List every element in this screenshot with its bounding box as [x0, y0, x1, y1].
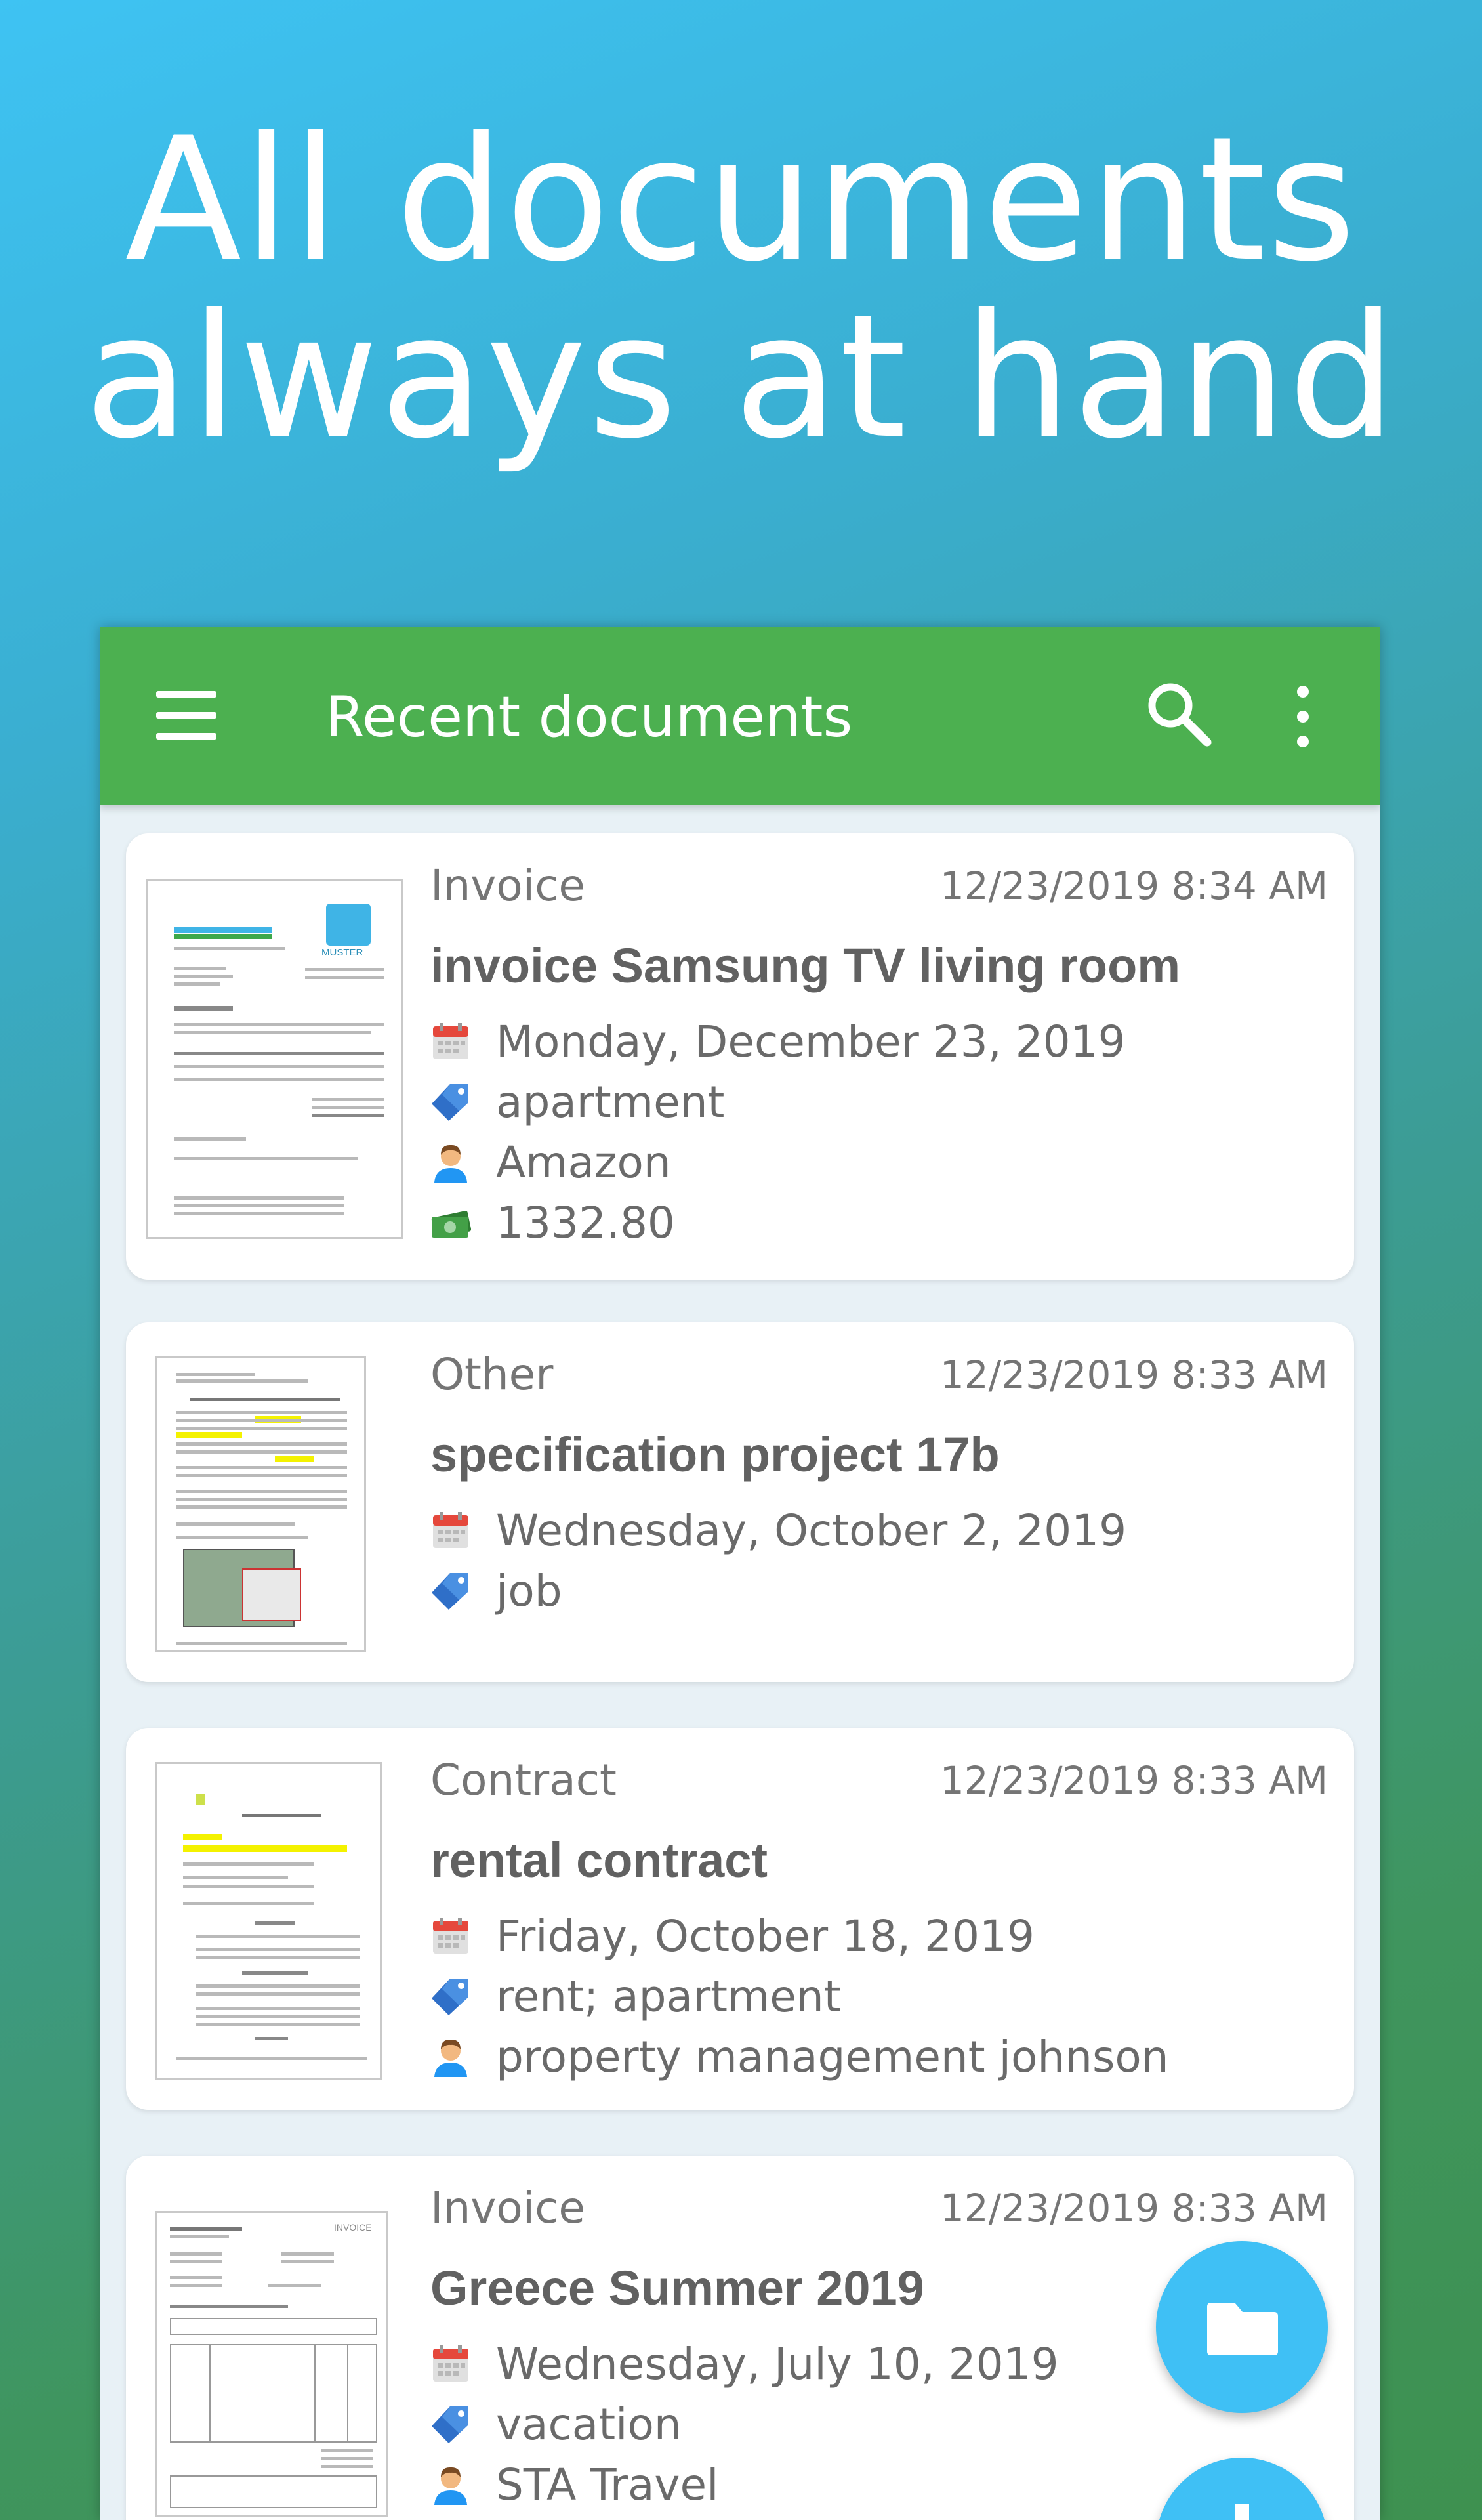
- document-date: Monday, December 23, 2019: [496, 1017, 1126, 1067]
- document-card[interactable]: Contract 12/23/2019 8:33 AM rental contr…: [126, 1728, 1354, 2110]
- document-card[interactable]: Other 12/23/2019 8:33 AM specification p…: [126, 1322, 1354, 1682]
- headline-line-2: always at hand: [84, 278, 1398, 476]
- document-contact: property management johnson: [496, 2032, 1169, 2082]
- folder-fab-button[interactable]: [1156, 2241, 1328, 2413]
- headline-line-1: All documents: [125, 101, 1357, 299]
- person-icon: [434, 1144, 467, 1183]
- document-tags: job: [496, 1566, 562, 1616]
- tag-icon: [432, 1573, 468, 1610]
- document-date: Friday, October 18, 2019: [496, 1911, 1035, 1962]
- thumbnail-logo-text: MUSTER: [321, 947, 363, 958]
- document-timestamp: 12/23/2019 8:34 AM: [939, 864, 1328, 908]
- hamburger-menu-icon[interactable]: [156, 691, 216, 740]
- calendar-icon: [433, 1023, 468, 1059]
- tag-icon: [432, 1084, 468, 1121]
- document-title: Greece Summer 2019: [430, 2261, 924, 2315]
- document-date-row: Monday, December 23, 2019: [430, 1012, 1336, 1072]
- document-thumbnail: MUSTER: [146, 879, 403, 1239]
- calendar-icon: [433, 1918, 468, 1954]
- document-tags-row: job: [430, 1561, 1336, 1622]
- document-contact-row: property management johnson: [430, 2027, 1336, 2088]
- tag-icon: [432, 1979, 468, 2015]
- document-date-row: Friday, October 18, 2019: [430, 1906, 1336, 1967]
- document-amount-row: 1332.80: [430, 1193, 1336, 1253]
- app-bar: Recent documents: [100, 627, 1380, 805]
- person-icon: [434, 2467, 467, 2505]
- document-thumbnail: INVOICE: [155, 2211, 388, 2517]
- person-icon: [434, 2039, 467, 2077]
- document-tags-row: rent; apartment: [430, 1967, 1336, 2027]
- document-tags: rent; apartment: [496, 1971, 841, 2022]
- document-thumbnail: [155, 1762, 382, 2080]
- document-contact: STA Travel: [496, 2460, 719, 2510]
- more-vert-icon[interactable]: [1290, 686, 1316, 758]
- document-contact: Amazon: [496, 1137, 671, 1188]
- page-title: Recent documents: [325, 684, 853, 750]
- calendar-icon: [433, 2345, 468, 2382]
- document-date-row: Wednesday, October 2, 2019: [430, 1501, 1336, 1561]
- calendar-icon: [433, 1512, 468, 1548]
- money-icon: [431, 1211, 471, 1238]
- thumbnail-invoice-text: INVOICE: [334, 2222, 372, 2233]
- document-category: Contract: [430, 1755, 617, 1805]
- document-title: rental contract: [430, 1833, 768, 1887]
- document-tags: apartment: [496, 1077, 725, 1127]
- document-date: Wednesday, July 10, 2019: [496, 2339, 1059, 2389]
- document-category: Other: [430, 1349, 554, 1400]
- document-timestamp: 12/23/2019 8:33 AM: [939, 1353, 1328, 1397]
- document-timestamp: 12/23/2019 8:33 AM: [939, 2186, 1328, 2231]
- folder-icon: [1207, 2303, 1278, 2355]
- document-timestamp: 12/23/2019 8:33 AM: [939, 1758, 1328, 1803]
- document-tags: vacation: [496, 2399, 682, 2450]
- add-fab-button[interactable]: [1156, 2458, 1328, 2520]
- search-icon[interactable]: [1143, 678, 1215, 750]
- tag-icon: [432, 2406, 468, 2443]
- document-thumbnail: [155, 1356, 366, 1652]
- document-card[interactable]: MUSTER Invoice 12/23/2019 8:34 AM invoic…: [126, 833, 1354, 1280]
- document-title: invoice Samsung TV living room: [430, 938, 1181, 993]
- headline: All documents always at hand: [0, 112, 1482, 466]
- document-title: specification project 17b: [430, 1427, 1000, 1482]
- document-category: Invoice: [430, 860, 585, 911]
- muster-logo-icon: [326, 904, 371, 946]
- document-date: Wednesday, October 2, 2019: [496, 1505, 1127, 1556]
- phone-screen: Recent documents MUSTER Invoice 12/23/20…: [100, 627, 1380, 2520]
- document-amount: 1332.80: [496, 1198, 675, 1248]
- document-category: Invoice: [430, 2183, 585, 2233]
- document-contact-row: Amazon: [430, 1133, 1336, 1193]
- add-icon: [1235, 2504, 1249, 2520]
- document-tags-row: apartment: [430, 1072, 1336, 1133]
